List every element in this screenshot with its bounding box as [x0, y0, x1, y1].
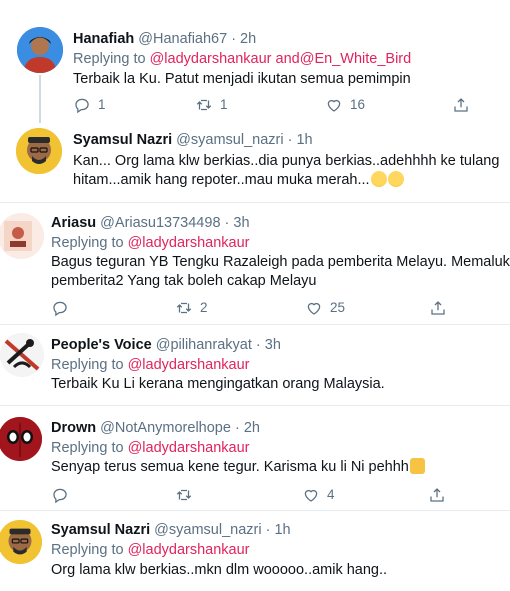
timestamp[interactable]: · 2h — [235, 420, 260, 436]
retweet-button[interactable]: 2 — [175, 299, 208, 317]
grinning-sweat-emoji — [370, 171, 387, 187]
retweet-icon — [176, 489, 192, 501]
timestamp[interactable]: · 1h — [288, 132, 313, 148]
reply-button[interactable]: 1 — [73, 96, 106, 114]
share-icon — [431, 301, 445, 315]
tweet-header: Hanafiah @Hanafiah67 · 2h — [73, 30, 256, 48]
like-icon — [304, 489, 318, 502]
avatar[interactable] — [0, 333, 44, 377]
timestamp[interactable]: · 3h — [256, 337, 281, 353]
like-count: 16 — [350, 97, 366, 112]
thumbs-up-emoji — [409, 458, 425, 474]
tweet-header: People's Voice @pilihanrakyat · 3h — [51, 336, 281, 354]
mention-link[interactable]: @En_White_Bird — [300, 51, 411, 67]
tweet-drown[interactable]: Drown @NotAnymorelhope · 2h Replying to … — [0, 406, 510, 510]
replying-to: Replying to @ladydarshankaur — [51, 235, 250, 251]
replying-to: Replying to @ladydarshankaur — [51, 440, 250, 456]
retweet-count: 2 — [200, 300, 208, 315]
avatar[interactable] — [17, 27, 63, 73]
tweet-header: Ariasu @Ariasu13734498 · 3h — [51, 214, 250, 232]
reply-icon — [75, 98, 89, 114]
share-icon — [454, 98, 468, 112]
avatar[interactable] — [0, 417, 42, 461]
user-handle[interactable]: @NotAnymorelhope — [100, 420, 231, 436]
mention-link[interactable]: @ladydarshankaur — [128, 440, 250, 456]
retweet-icon — [176, 302, 192, 314]
tweet-header: Syamsul Nazri @syamsul_nazri · 1h — [51, 521, 291, 539]
user-handle[interactable]: @syamsul_nazri — [176, 132, 283, 148]
like-button[interactable]: 4 — [302, 486, 335, 504]
tweet-syamsul-nazri-2[interactable]: Syamsul Nazri @syamsul_nazri · 1h Replyi… — [0, 511, 510, 591]
tweet-syamsul-nazri[interactable]: Syamsul Nazri @syamsul_nazri · 1h Kan...… — [0, 125, 510, 202]
replying-to: Replying to @ladydarshankaur — [51, 542, 250, 558]
retweet-icon — [196, 99, 212, 111]
tweet-hanafiah[interactable]: Hanafiah @Hanafiah67 · 2h Replying to @l… — [0, 0, 510, 125]
like-count: 25 — [330, 300, 346, 315]
user-handle[interactable]: @pilihanrakyat — [156, 337, 252, 353]
like-button[interactable]: 16 — [325, 96, 365, 114]
reply-icon — [53, 488, 67, 504]
mention-link[interactable]: @ladydarshankaur — [128, 235, 250, 251]
user-handle[interactable]: @syamsul_nazri — [154, 522, 261, 538]
mention-link[interactable]: @ladydarshankaur — [128, 542, 250, 558]
share-button[interactable] — [429, 299, 447, 317]
tweet-text: Terbaik la Ku. Patut menjadi ikutan semu… — [73, 71, 411, 87]
avatar[interactable] — [0, 213, 44, 259]
tweet-ariasu[interactable]: Ariasu @Ariasu13734498 · 3h Replying to … — [0, 203, 510, 323]
display-name[interactable]: Ariasu — [51, 215, 96, 231]
like-icon — [307, 302, 321, 315]
timestamp[interactable]: · 2h — [231, 31, 256, 47]
timestamp[interactable]: · 1h — [266, 522, 291, 538]
display-name[interactable]: Drown — [51, 420, 96, 436]
tweet-header: Syamsul Nazri @syamsul_nazri · 1h — [73, 131, 313, 149]
like-button[interactable]: 25 — [305, 299, 345, 317]
share-icon — [430, 488, 444, 502]
grinning-sweat-emoji — [387, 171, 404, 187]
timestamp[interactable]: · 3h — [225, 215, 250, 231]
replying-to: Replying to @ladydarshankaur — [51, 357, 250, 373]
tweet-peoples-voice[interactable]: People's Voice @pilihanrakyat · 3h Reply… — [0, 325, 510, 405]
reply-button[interactable] — [51, 299, 69, 317]
tweet-header: Drown @NotAnymorelhope · 2h — [51, 419, 260, 437]
mention-link[interactable]: @ladydarshankaur — [128, 357, 250, 373]
avatar[interactable] — [16, 128, 62, 174]
reply-button[interactable] — [51, 486, 69, 504]
tweet-text: Org lama klw berkias..mkn dlm wooooo..am… — [51, 562, 388, 578]
display-name[interactable]: Syamsul Nazri — [51, 522, 150, 538]
replying-to: Replying to @ladydarshankaur and@En_Whit… — [73, 51, 412, 67]
thread-line — [39, 75, 41, 123]
share-button[interactable] — [452, 96, 470, 114]
display-name[interactable]: Syamsul Nazri — [73, 132, 172, 148]
reply-count: 1 — [98, 97, 106, 112]
tweet-text: Bagus teguran YB Tengku Razaleigh pada p… — [51, 254, 510, 289]
tweet-text: Terbaik Ku Li kerana mengingatkan orang … — [51, 376, 385, 392]
reply-icon — [53, 301, 67, 317]
user-handle[interactable]: @Ariasu13734498 — [100, 215, 220, 231]
retweet-button[interactable] — [175, 486, 193, 504]
retweet-button[interactable]: 1 — [195, 96, 228, 114]
like-icon — [327, 99, 341, 112]
share-button[interactable] — [428, 486, 446, 504]
like-count: 4 — [327, 487, 335, 502]
tweet-text: Kan... Org lama klw berkias..dia punya b… — [73, 153, 500, 188]
display-name[interactable]: Hanafiah — [73, 31, 134, 47]
retweet-count: 1 — [220, 97, 228, 112]
tweet-text: Senyap terus semua kene tegur. Karisma k… — [51, 458, 425, 477]
user-handle[interactable]: @Hanafiah67 — [138, 31, 227, 47]
avatar[interactable] — [0, 520, 42, 564]
display-name[interactable]: People's Voice — [51, 337, 152, 353]
mention-link[interactable]: @ladydarshankaur — [150, 51, 272, 67]
